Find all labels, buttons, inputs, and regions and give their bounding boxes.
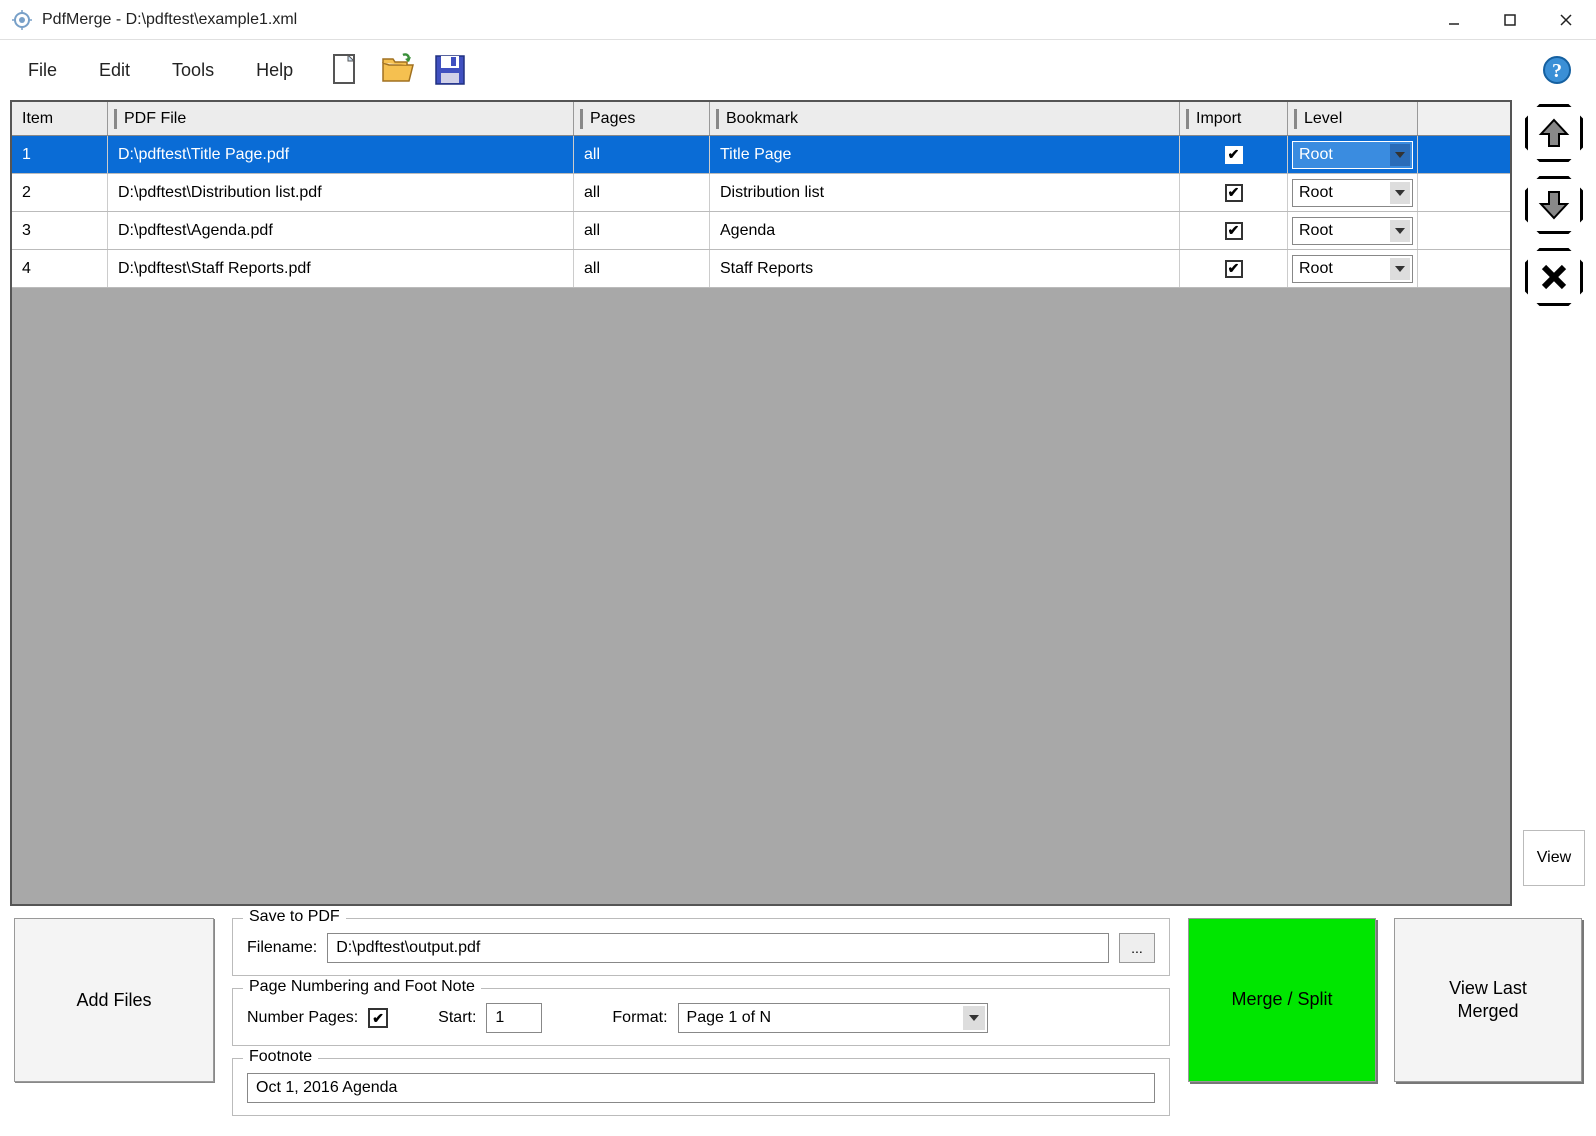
page-numbering-legend: Page Numbering and Foot Note	[243, 978, 481, 996]
cell-import[interactable]: ✔	[1180, 212, 1288, 249]
svg-text:?: ?	[1552, 60, 1562, 82]
window-title: PdfMerge - D:\pdftest\example1.xml	[42, 11, 1426, 29]
minimize-button[interactable]	[1426, 1, 1482, 39]
import-checkbox[interactable]: ✔	[1225, 146, 1243, 164]
browse-button[interactable]: ...	[1119, 933, 1155, 963]
table-row[interactable]: 1D:\pdftest\Title Page.pdfallTitle Page ✔…	[12, 136, 1510, 174]
cell-bookmark[interactable]: Agenda	[710, 212, 1180, 249]
view-button[interactable]: View	[1523, 830, 1585, 886]
chevron-down-icon	[1390, 258, 1410, 280]
new-file-icon[interactable]	[327, 51, 365, 89]
format-select-value: Page 1 of N	[687, 1009, 772, 1027]
filename-label: Filename:	[247, 939, 317, 957]
footnote-input[interactable]	[247, 1073, 1155, 1103]
save-icon[interactable]	[431, 51, 469, 89]
cell-file[interactable]: D:\pdftest\Staff Reports.pdf	[108, 250, 574, 287]
table-row[interactable]: 3D:\pdftest\Agenda.pdfallAgenda ✔ Root	[12, 212, 1510, 250]
maximize-button[interactable]	[1482, 1, 1538, 39]
merge-split-button[interactable]: Merge / Split	[1188, 918, 1376, 1082]
number-pages-checkbox[interactable]: ✔	[368, 1008, 388, 1028]
filename-input[interactable]	[327, 933, 1109, 963]
chevron-down-icon	[963, 1006, 985, 1030]
cell-file[interactable]: D:\pdftest\Agenda.pdf	[108, 212, 574, 249]
format-label: Format:	[612, 1009, 667, 1027]
cell-pages[interactable]: all	[574, 250, 710, 287]
menu-file[interactable]: File	[10, 54, 75, 87]
file-list-table: Item PDF File Pages Bookmark Import Leve…	[10, 100, 1512, 906]
col-header-item[interactable]: Item	[12, 102, 108, 135]
cell-item: 2	[12, 174, 108, 211]
col-header-pages[interactable]: Pages	[574, 102, 710, 135]
chevron-down-icon	[1390, 144, 1410, 166]
chevron-down-icon	[1390, 182, 1410, 204]
cell-pages[interactable]: all	[574, 136, 710, 173]
chevron-down-icon	[1390, 220, 1410, 242]
col-header-import[interactable]: Import	[1180, 102, 1288, 135]
number-pages-label: Number Pages:	[247, 1009, 358, 1027]
save-to-pdf-legend: Save to PDF	[243, 908, 346, 926]
view-last-merged-button[interactable]: View Last Merged	[1394, 918, 1582, 1082]
col-header-bookmark[interactable]: Bookmark	[710, 102, 1180, 135]
level-select[interactable]: Root	[1292, 255, 1413, 283]
menu-tools[interactable]: Tools	[154, 54, 232, 87]
cell-level[interactable]: Root	[1288, 174, 1418, 211]
close-button[interactable]	[1538, 1, 1594, 39]
help-icon[interactable]: ?	[1542, 55, 1572, 85]
level-select[interactable]: Root	[1292, 217, 1413, 245]
table-row[interactable]: 2D:\pdftest\Distribution list.pdfallDist…	[12, 174, 1510, 212]
start-input[interactable]	[486, 1003, 542, 1033]
start-label: Start:	[438, 1009, 476, 1027]
app-icon	[12, 10, 32, 30]
page-numbering-group: Page Numbering and Foot Note Number Page…	[232, 988, 1170, 1046]
cell-level[interactable]: Root	[1288, 250, 1418, 287]
level-select[interactable]: Root	[1292, 179, 1413, 207]
table-row[interactable]: 4D:\pdftest\Staff Reports.pdfallStaff Re…	[12, 250, 1510, 288]
cell-bookmark[interactable]: Title Page	[710, 136, 1180, 173]
table-body: 1D:\pdftest\Title Page.pdfallTitle Page✔…	[12, 136, 1510, 904]
save-to-pdf-group: Save to PDF Filename: ...	[232, 918, 1170, 976]
cell-pages[interactable]: all	[574, 174, 710, 211]
cell-level[interactable]: Root	[1288, 136, 1418, 173]
col-header-level[interactable]: Level	[1288, 102, 1418, 135]
cell-file[interactable]: D:\pdftest\Title Page.pdf	[108, 136, 574, 173]
menu-edit[interactable]: Edit	[81, 54, 148, 87]
footnote-legend: Footnote	[243, 1048, 318, 1066]
move-up-button[interactable]	[1525, 104, 1583, 162]
cell-bookmark[interactable]: Staff Reports	[710, 250, 1180, 287]
table-header-row: Item PDF File Pages Bookmark Import Leve…	[12, 102, 1510, 136]
cell-import[interactable]: ✔	[1180, 136, 1288, 173]
col-header-file[interactable]: PDF File	[108, 102, 574, 135]
add-files-button[interactable]: Add Files	[14, 918, 214, 1082]
cell-import[interactable]: ✔	[1180, 250, 1288, 287]
format-select[interactable]: Page 1 of N	[678, 1003, 988, 1033]
cell-item: 4	[12, 250, 108, 287]
open-folder-icon[interactable]	[379, 51, 417, 89]
level-select[interactable]: Root	[1292, 141, 1413, 169]
import-checkbox[interactable]: ✔	[1225, 260, 1243, 278]
titlebar: PdfMerge - D:\pdftest\example1.xml	[0, 0, 1596, 40]
cell-import[interactable]: ✔	[1180, 174, 1288, 211]
delete-button[interactable]	[1525, 248, 1583, 306]
cell-item: 1	[12, 136, 108, 173]
footnote-group: Footnote	[232, 1058, 1170, 1116]
menu-help[interactable]: Help	[238, 54, 311, 87]
cell-level[interactable]: Root	[1288, 212, 1418, 249]
cell-file[interactable]: D:\pdftest\Distribution list.pdf	[108, 174, 574, 211]
view-last-label: View Last Merged	[1449, 977, 1527, 1024]
cell-bookmark[interactable]: Distribution list	[710, 174, 1180, 211]
move-down-button[interactable]	[1525, 176, 1583, 234]
cell-pages[interactable]: all	[574, 212, 710, 249]
import-checkbox[interactable]: ✔	[1225, 222, 1243, 240]
import-checkbox[interactable]: ✔	[1225, 184, 1243, 202]
cell-item: 3	[12, 212, 108, 249]
side-buttons: View	[1522, 100, 1586, 906]
menubar: File Edit Tools Help ?	[0, 40, 1596, 100]
